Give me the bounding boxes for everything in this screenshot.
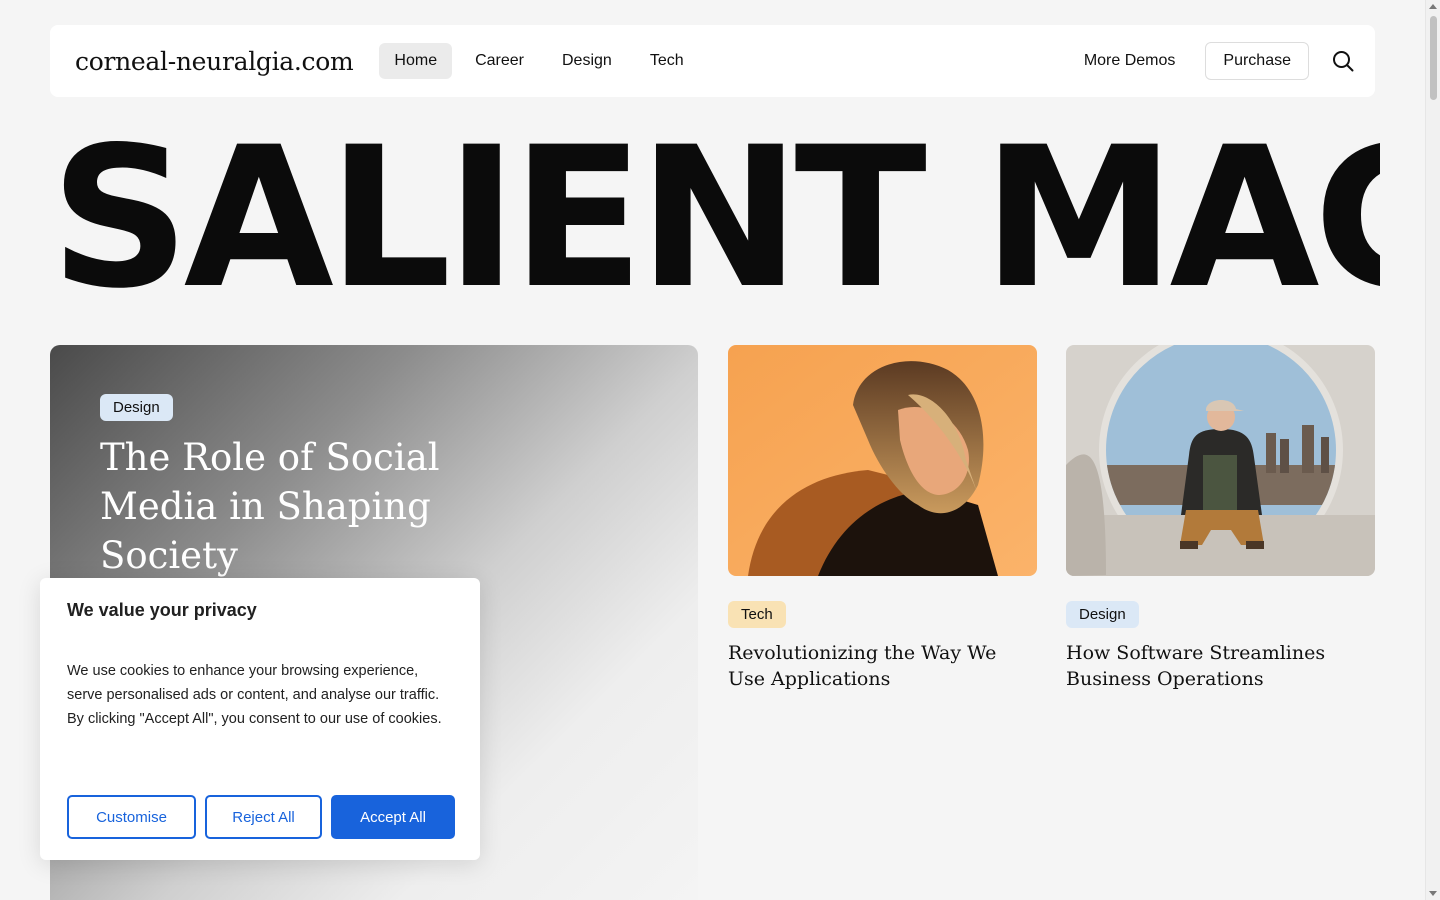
nav-item-design[interactable]: Design [547,43,627,79]
search-icon[interactable] [1331,49,1355,73]
article-title[interactable]: Revolutionizing the Way We Use Applicati… [728,640,1037,692]
article-image-man[interactable] [1066,345,1375,576]
article-card[interactable]: Design How Software Streamlines Business… [1066,345,1375,692]
article-card[interactable]: Tech Revolutionizing the Way We Use Appl… [728,345,1037,692]
site-header: corneal-neuralgia.com Home Career Design… [50,25,1375,97]
article-title[interactable]: How Software Streamlines Business Operat… [1066,640,1375,692]
article-category-badge[interactable]: Design [1066,601,1139,628]
purchase-button[interactable]: Purchase [1205,42,1309,80]
accept-all-button[interactable]: Accept All [331,795,455,839]
feature-title[interactable]: The Role of Social Media in Shaping Soci… [100,433,470,580]
nav-item-tech[interactable]: Tech [635,43,699,79]
nav-item-career[interactable]: Career [460,43,539,79]
cookie-consent-dialog: We value your privacy We use cookies to … [40,578,480,860]
scroll-down-arrow-icon[interactable] [1429,891,1437,896]
reject-all-button[interactable]: Reject All [205,795,322,839]
more-demos-link[interactable]: More Demos [1084,52,1176,70]
scrollbar-thumb[interactable] [1430,16,1437,100]
header-actions: More Demos Purchase [1084,42,1355,80]
main-nav: Home Career Design Tech [379,43,698,79]
nav-item-home[interactable]: Home [379,43,453,79]
article-image-woman[interactable] [728,345,1037,576]
page-scrollbar[interactable] [1425,0,1440,900]
cookie-title: We value your privacy [67,600,257,620]
site-logo[interactable]: corneal-neuralgia.com [75,47,354,76]
article-category-badge[interactable]: Tech [728,601,786,628]
customise-button[interactable]: Customise [67,795,196,839]
scroll-up-arrow-icon[interactable] [1429,4,1437,9]
feature-category-badge[interactable]: Design [100,394,173,421]
cookie-actions: Customise Reject All Accept All [67,795,455,839]
hero-title: SALIENT MAG [50,128,1380,308]
cookie-description: We use cookies to enhance your browsing … [67,663,442,727]
